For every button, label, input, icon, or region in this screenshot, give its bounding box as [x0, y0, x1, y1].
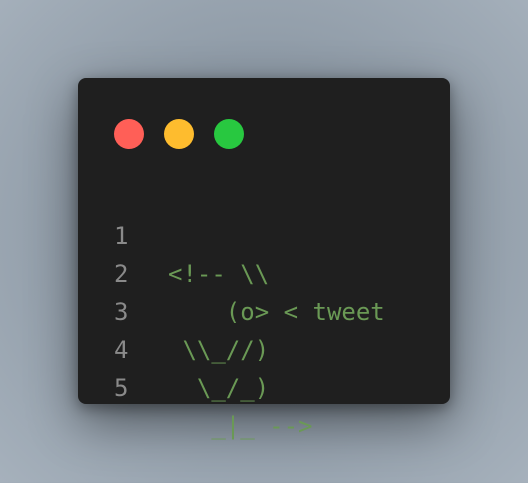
line-text: _|_ -->	[168, 412, 313, 440]
minimize-dot-icon[interactable]	[164, 119, 194, 149]
code-block: 1 <!-- \\ 2 (o> < tweet 3 \\_//) 4 \_/_)…	[78, 179, 450, 440]
line-text: \_/_)	[168, 374, 270, 402]
maximize-dot-icon[interactable]	[214, 119, 244, 149]
close-dot-icon[interactable]	[114, 119, 144, 149]
code-line: 5 _|_ -->	[78, 331, 450, 440]
code-line: 4 \_/_)	[78, 293, 450, 402]
line-number: 5	[114, 374, 129, 402]
code-window: 1 <!-- \\ 2 (o> < tweet 3 \\_//) 4 \_/_)…	[78, 78, 450, 440]
code-line: 3 \\_//)	[78, 255, 450, 364]
code-line: 1 <!-- \\	[78, 179, 450, 288]
code-line: 2 (o> < tweet	[78, 217, 450, 326]
